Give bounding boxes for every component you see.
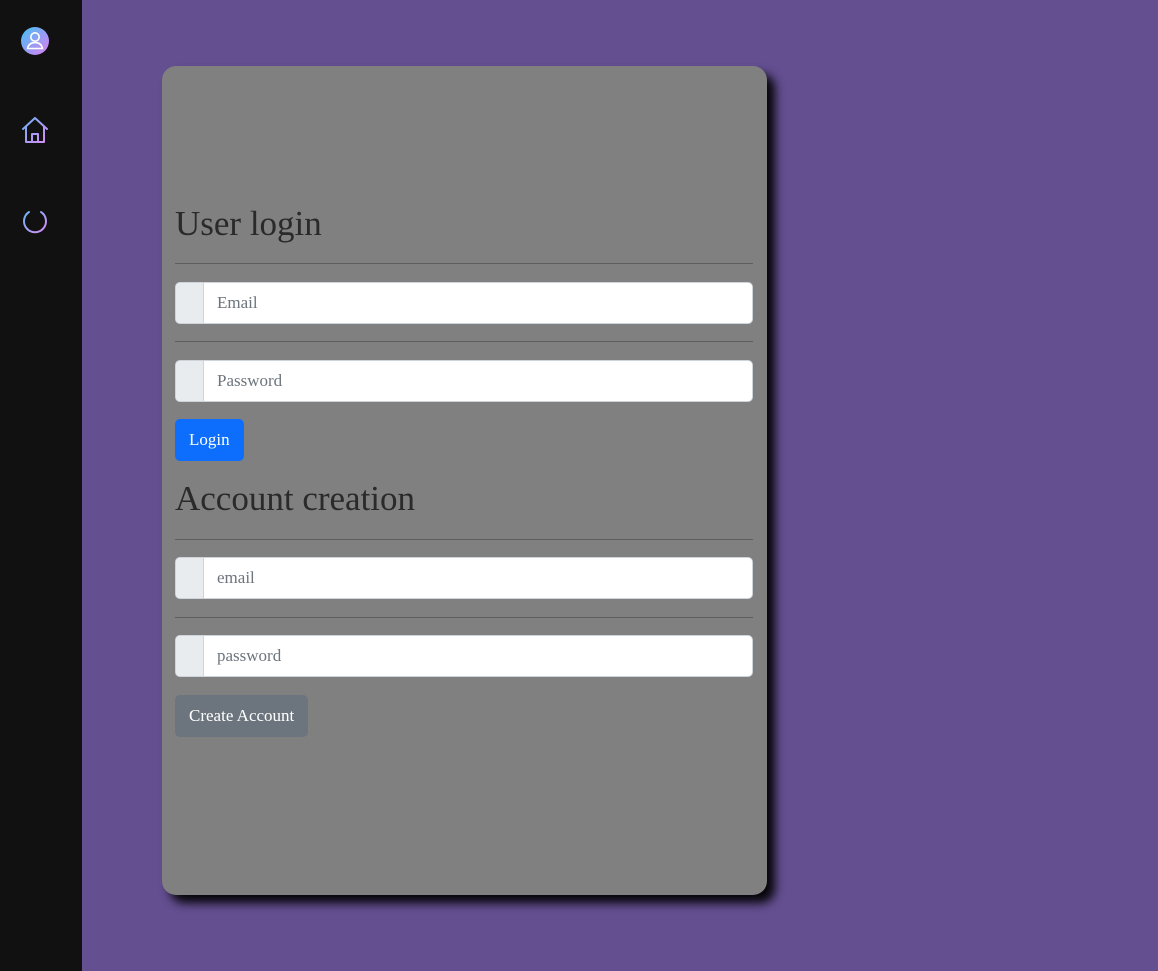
login-password-group — [175, 360, 753, 402]
home-button[interactable] — [19, 114, 51, 146]
logout-button[interactable] — [19, 203, 51, 235]
login-title: User login — [175, 204, 322, 243]
user-profile-button[interactable] — [19, 25, 51, 57]
login-email-input[interactable] — [204, 283, 752, 323]
divider — [175, 539, 753, 540]
login-password-input[interactable] — [204, 361, 752, 401]
input-addon — [176, 283, 204, 323]
login-email-group — [175, 282, 753, 324]
sidebar — [0, 0, 82, 971]
divider — [175, 263, 753, 264]
signup-email-input[interactable] — [204, 558, 752, 598]
input-addon — [176, 361, 204, 401]
signup-email-group — [175, 557, 753, 599]
home-icon — [20, 115, 50, 145]
create-account-button[interactable]: Create Account — [175, 695, 309, 737]
login-button[interactable]: Login — [175, 419, 244, 461]
signup-password-group — [175, 635, 753, 677]
divider — [175, 341, 753, 342]
divider — [175, 617, 753, 618]
auth-card: User login Login Account creation Create… — [162, 66, 767, 895]
user-icon — [20, 26, 50, 56]
signup-password-input[interactable] — [204, 636, 752, 676]
account-creation-title: Account creation — [175, 479, 416, 518]
power-icon — [20, 204, 50, 234]
input-addon — [176, 558, 204, 598]
input-addon — [176, 636, 204, 676]
